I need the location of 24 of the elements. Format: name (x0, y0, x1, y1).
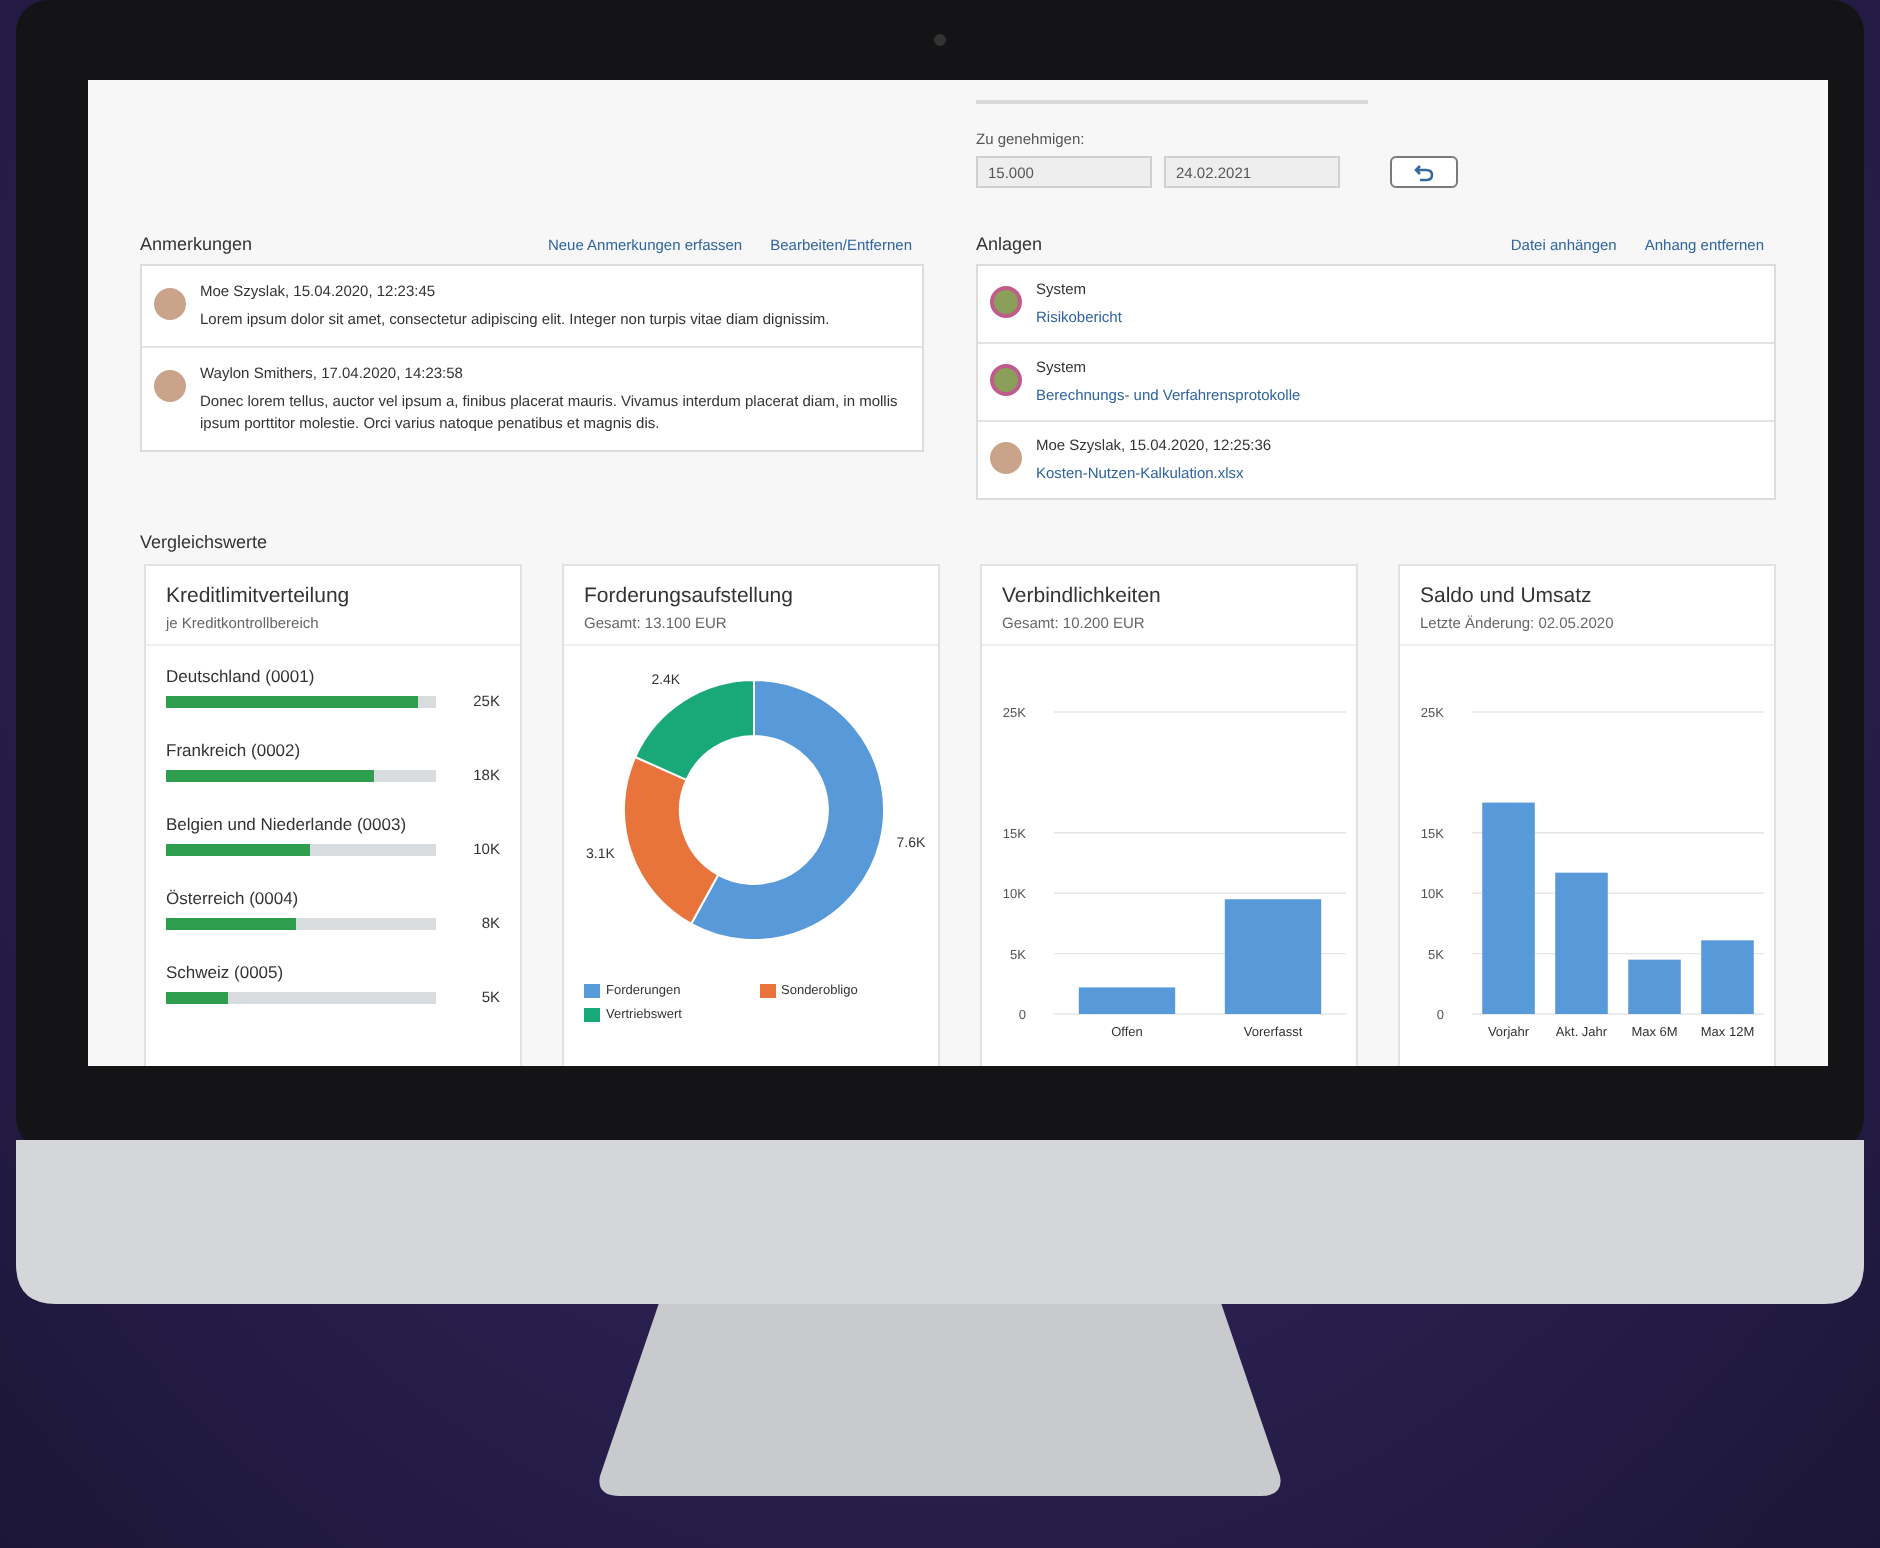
region-label: Schweiz (0005) (166, 962, 286, 982)
region-label: Deutschland (0001) (166, 666, 317, 686)
chart-bar (1701, 940, 1754, 1014)
card-title: Kreditlimitverteilung (166, 584, 352, 608)
chart-bar (1628, 959, 1681, 1014)
region-label: Belgien und Niederlande (0003) (166, 814, 409, 834)
undo-button[interactable] (1390, 156, 1458, 188)
avatar-photo-placeholder (990, 442, 1022, 474)
avatar-photo-placeholder (154, 288, 186, 320)
system-avatar-icon (990, 364, 1022, 396)
section-title: Vergleichswerte (140, 532, 270, 552)
card-title: Forderungsaufstellung (584, 584, 795, 608)
chart-bar (1078, 987, 1176, 1014)
undo-icon (1414, 163, 1434, 181)
chart-bar (1224, 899, 1322, 1014)
system-avatar-icon (990, 286, 1022, 318)
region-label: Frankreich (0002) (166, 740, 303, 760)
card-title: Saldo und Umsatz (1420, 584, 1594, 608)
avatar-photo-placeholder (154, 369, 186, 402)
region-label: Österreich (0004) (166, 888, 301, 908)
chart-bar (1555, 872, 1608, 1014)
card-title: Verbindlichkeiten (1002, 584, 1163, 608)
section-title: Anlagen (976, 234, 1043, 254)
section-title: Anmerkungen (140, 234, 253, 254)
